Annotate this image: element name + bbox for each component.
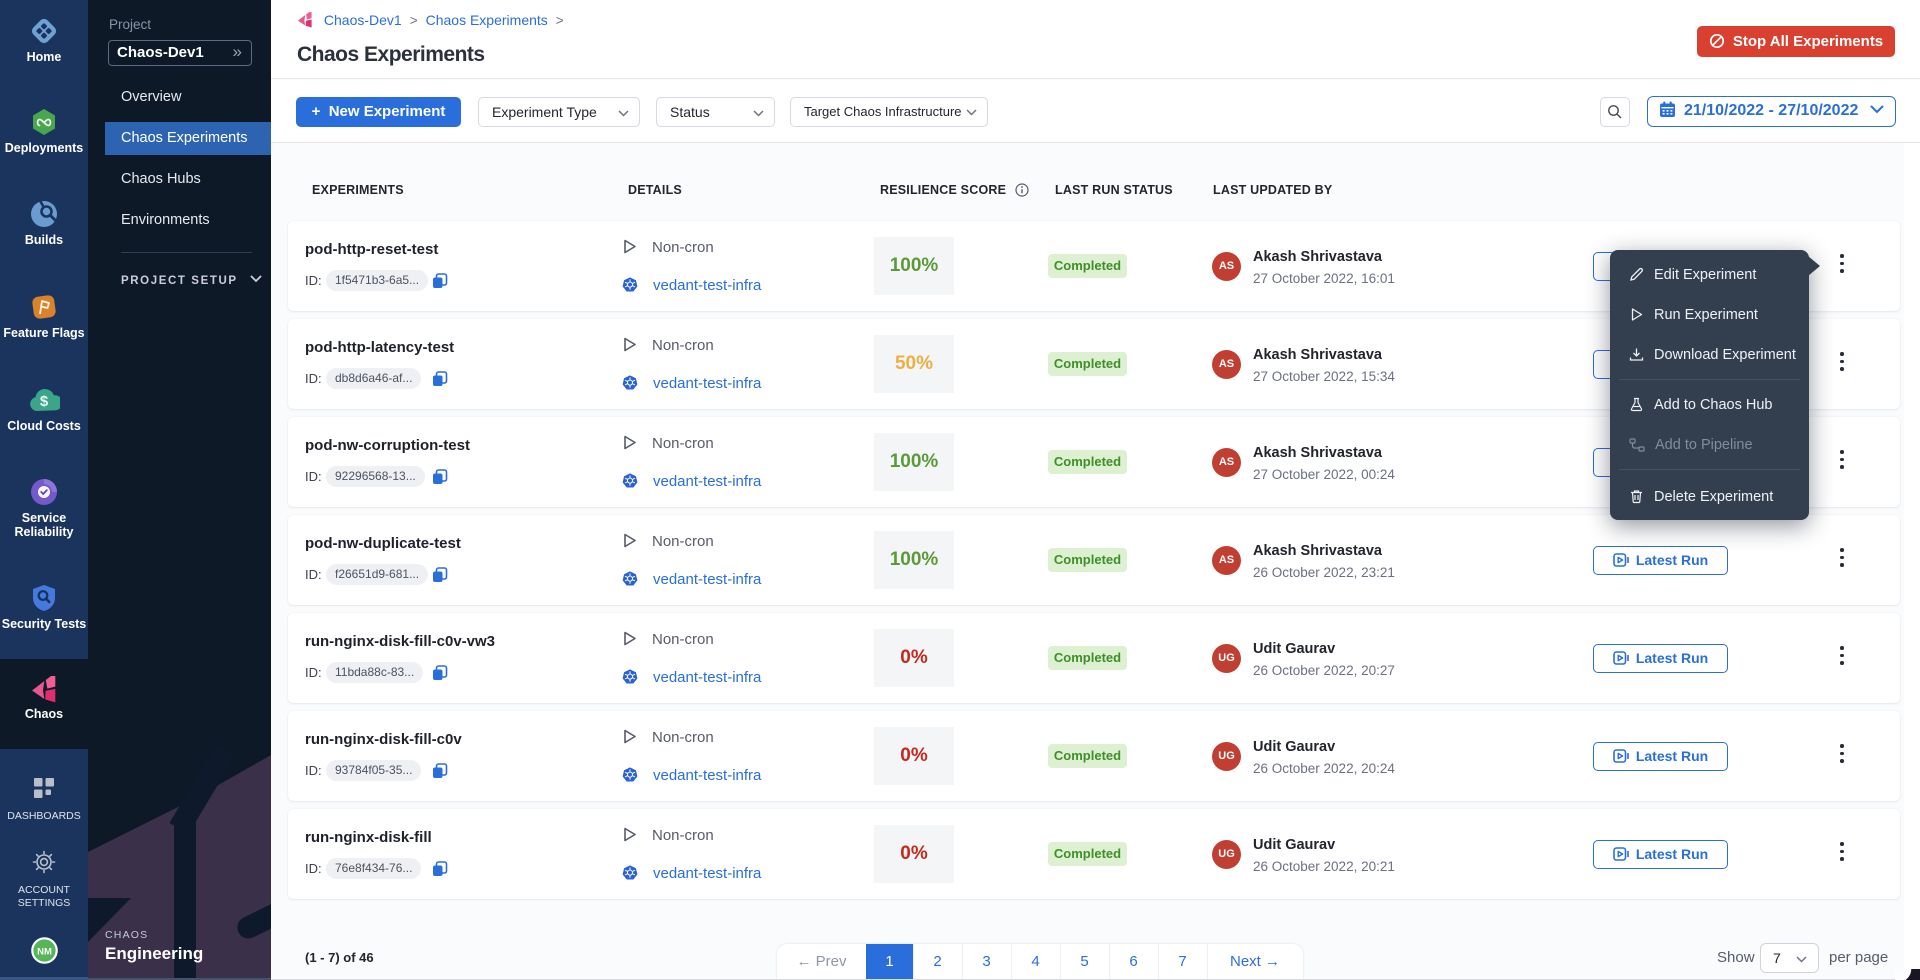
svg-text:NM: NM	[37, 947, 52, 958]
svg-text:$: $	[40, 393, 49, 410]
